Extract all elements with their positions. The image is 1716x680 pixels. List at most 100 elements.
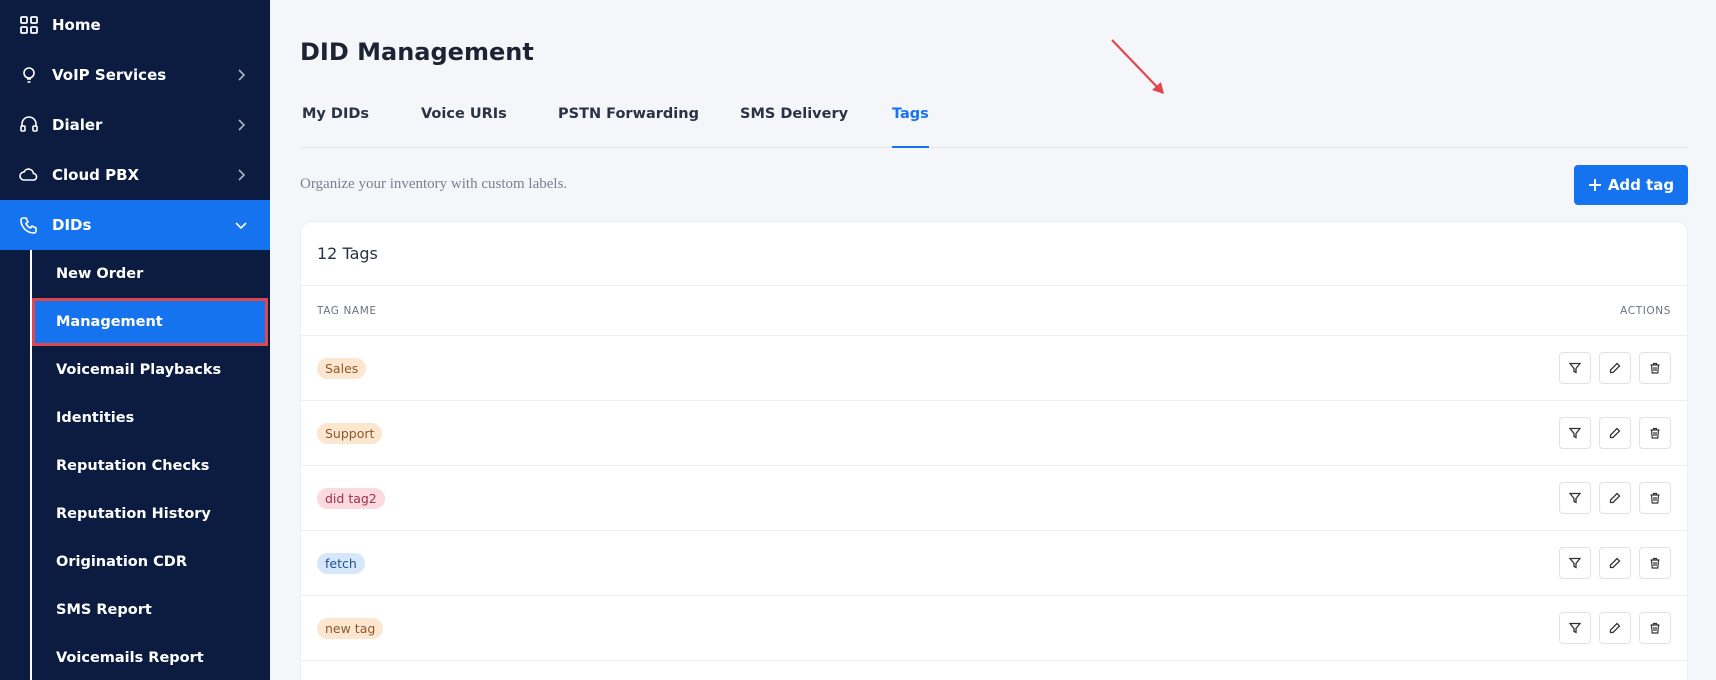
filter-button[interactable] <box>1559 547 1591 579</box>
tags-card: 12 Tags TAG NAME ACTIONS Sales Support did… <box>300 221 1688 680</box>
tag-chip: new tag <box>317 617 384 639</box>
edit-button[interactable] <box>1599 352 1631 384</box>
edit-button[interactable] <box>1599 482 1631 514</box>
page-title: DID Management <box>300 38 534 66</box>
main-content: DID Management My DIDs Voice URIs PSTN F… <box>270 0 1716 680</box>
delete-button[interactable] <box>1639 352 1671 384</box>
tab-tags[interactable]: Tags <box>892 106 929 148</box>
headset-icon <box>18 114 40 136</box>
edit-icon <box>1609 622 1621 634</box>
tag-chip: did tag2 <box>317 487 385 509</box>
sidebar-item-label: Dialer <box>52 116 103 134</box>
submenu-item-management[interactable]: Management <box>32 298 268 346</box>
submenu-label: Management <box>56 314 163 330</box>
filter-icon <box>1569 427 1581 439</box>
sidebar-item-cloud-pbx[interactable]: Cloud PBX <box>0 150 270 200</box>
annotation-arrow-icon <box>1111 39 1164 94</box>
tab-voice-uris[interactable]: Voice URIs <box>421 106 507 148</box>
row-actions <box>1559 612 1671 644</box>
sidebar-item-label: Cloud PBX <box>52 166 140 184</box>
column-header-tag-name: TAG NAME <box>317 304 377 317</box>
table-row: did tag2 <box>301 466 1687 531</box>
tag-chip: fetch <box>317 552 365 574</box>
lightbulb-icon <box>18 64 40 86</box>
delete-button[interactable] <box>1639 547 1671 579</box>
submenu-item-identities[interactable]: Identities <box>32 394 270 442</box>
filter-button[interactable] <box>1559 482 1591 514</box>
table-row: Sales <box>301 336 1687 401</box>
sidebar-item-voip-services[interactable]: VoIP Services <box>0 50 270 100</box>
chevron-right-icon <box>238 119 246 131</box>
submenu-item-origination-cdr[interactable]: Origination CDR <box>32 538 270 586</box>
submenu-item-sms-report[interactable]: SMS Report <box>32 586 270 634</box>
trash-icon <box>1649 492 1661 504</box>
edit-button[interactable] <box>1599 417 1631 449</box>
submenu-label: Identities <box>56 410 135 426</box>
submenu-label: New Order <box>56 266 144 282</box>
edit-button[interactable] <box>1599 547 1631 579</box>
sidebar-item-label: DIDs <box>52 216 92 234</box>
filter-icon <box>1569 557 1581 569</box>
chevron-down-icon <box>235 222 247 230</box>
row-actions <box>1559 352 1671 384</box>
edit-icon <box>1609 492 1621 504</box>
tags-count: 12 Tags <box>301 222 1687 286</box>
filter-button[interactable] <box>1559 352 1591 384</box>
grid-icon <box>18 14 40 36</box>
tab-my-dids[interactable]: My DIDs <box>302 106 369 148</box>
edit-icon <box>1609 557 1621 569</box>
submenu-label: Voicemails Report <box>56 650 204 666</box>
edit-button[interactable] <box>1599 612 1631 644</box>
submenu-label: Reputation History <box>56 506 211 522</box>
column-header-actions: ACTIONS <box>1620 304 1671 317</box>
submenu-item-voicemail-playbacks[interactable]: Voicemail Playbacks <box>32 346 270 394</box>
chevron-right-icon <box>238 169 246 181</box>
sidebar: Home VoIP Services Dialer Cloud PBX DIDs… <box>0 0 270 680</box>
submenu-item-new-order[interactable]: New Order <box>32 250 270 298</box>
filter-button[interactable] <box>1559 417 1591 449</box>
submenu-label: Reputation Checks <box>56 458 210 474</box>
table-row: fetch <box>301 531 1687 596</box>
filter-icon <box>1569 492 1581 504</box>
tab-sms-delivery[interactable]: SMS Delivery <box>740 106 848 148</box>
cloud-icon <box>18 164 40 186</box>
submenu-item-reputation-history[interactable]: Reputation History <box>32 490 270 538</box>
add-tag-label: Add tag <box>1607 176 1675 194</box>
submenu-item-reputation-checks[interactable]: Reputation Checks <box>32 442 270 490</box>
trash-icon <box>1649 557 1661 569</box>
add-tag-button[interactable]: Add tag <box>1574 165 1688 205</box>
edit-icon <box>1609 427 1621 439</box>
trash-icon <box>1649 622 1661 634</box>
submenu-item-voicemails-report[interactable]: Voicemails Report <box>32 634 270 680</box>
submenu-label: SMS Report <box>56 602 152 618</box>
row-actions <box>1559 482 1671 514</box>
submenu-label: Origination CDR <box>56 554 187 570</box>
tab-bar: My DIDs Voice URIs PSTN Forwarding SMS D… <box>300 96 1688 148</box>
page-subtitle: Organize your inventory with custom labe… <box>300 176 568 192</box>
tab-pstn-forwarding[interactable]: PSTN Forwarding <box>558 106 699 148</box>
filter-button[interactable] <box>1559 612 1591 644</box>
table-row: Support <box>301 401 1687 466</box>
filter-icon <box>1569 362 1581 374</box>
tag-chip: Sales <box>317 357 367 379</box>
sidebar-item-dialer[interactable]: Dialer <box>0 100 270 150</box>
sidebar-item-label: VoIP Services <box>52 66 167 84</box>
phone-icon <box>18 214 40 236</box>
delete-button[interactable] <box>1639 417 1671 449</box>
plus-icon <box>1588 179 1601 191</box>
trash-icon <box>1649 362 1661 374</box>
sidebar-item-dids[interactable]: DIDs <box>0 200 270 250</box>
row-actions <box>1559 417 1671 449</box>
tag-chip: Support <box>317 422 383 444</box>
delete-button[interactable] <box>1639 482 1671 514</box>
filter-icon <box>1569 622 1581 634</box>
delete-button[interactable] <box>1639 612 1671 644</box>
trash-icon <box>1649 427 1661 439</box>
submenu-label: Voicemail Playbacks <box>56 362 222 378</box>
sidebar-item-label: Home <box>52 16 101 34</box>
edit-icon <box>1609 362 1621 374</box>
sidebar-item-home[interactable]: Home <box>0 0 270 50</box>
tags-table-body: Sales Support did tag2 fetch new tag <box>301 336 1687 661</box>
chevron-right-icon <box>238 69 246 81</box>
table-row: new tag <box>301 596 1687 661</box>
